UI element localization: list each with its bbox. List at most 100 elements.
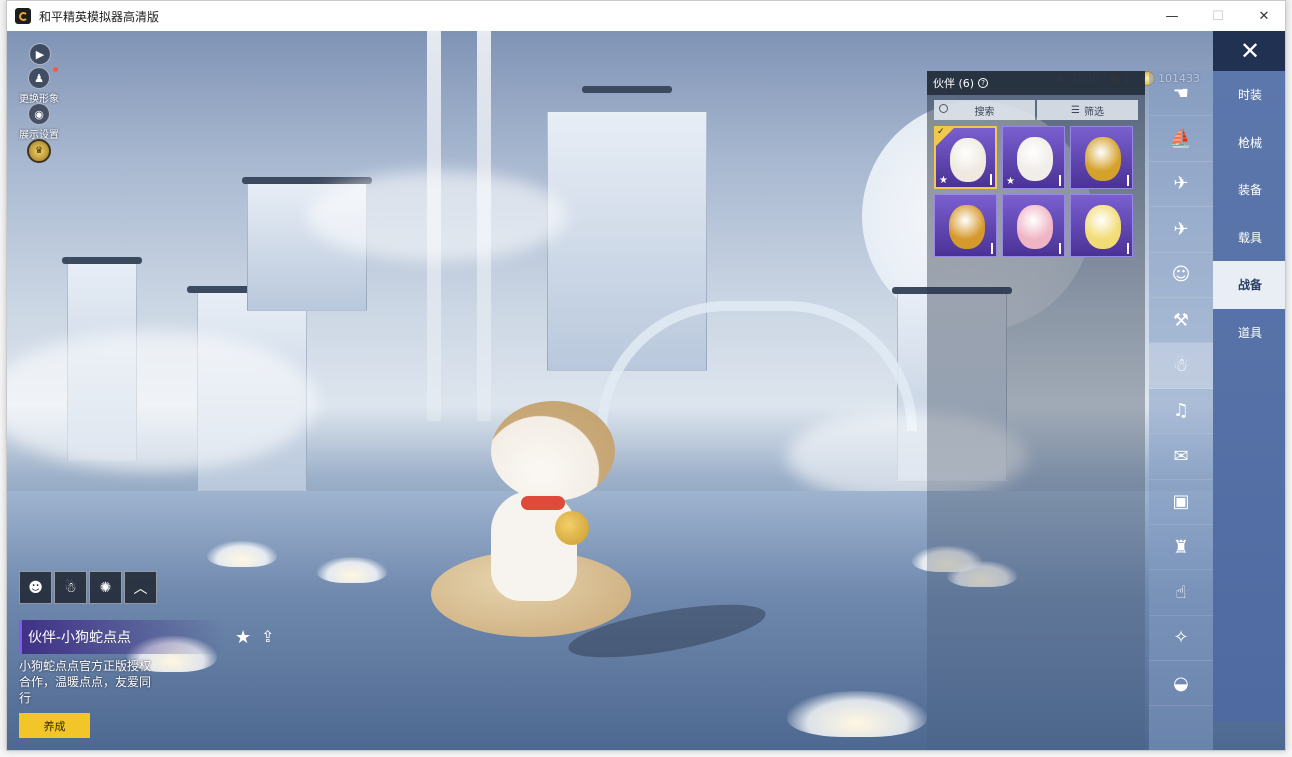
count-marker: [991, 243, 993, 254]
extinguisher-icon: ♜: [1172, 536, 1190, 558]
gallery-category-button[interactable]: ▣: [1149, 480, 1213, 525]
companion-panel: 伙伴 (6) ? 搜索 ☰ 筛选 ★ ✓ ★: [927, 71, 1145, 750]
boat-icon: ⛵: [1169, 128, 1193, 150]
magic-wand-icon: ✧: [1173, 627, 1189, 649]
companion-category-button[interactable]: ☃: [1149, 343, 1213, 389]
minimize-button[interactable]: —: [1149, 1, 1195, 31]
display-settings-button[interactable]: ◉ 展示设置: [19, 103, 59, 141]
plane-icon: ✈: [1173, 218, 1189, 240]
extinguisher-category-button[interactable]: ♜: [1149, 525, 1213, 571]
app-window: 和平精英模拟器高清版 — ☐ ✕ ▶ ♟ 更换形象 ◉ 展示设置 ♛ 伙伴 (6…: [6, 0, 1286, 751]
help-icon[interactable]: ?: [978, 78, 989, 88]
boat-category-button[interactable]: ⛵: [1149, 116, 1213, 162]
magic-wand-category-button[interactable]: ✧: [1149, 616, 1213, 662]
person-icon: ♟: [28, 67, 50, 89]
nav-tab[interactable]: 战备: [1213, 261, 1285, 309]
title-bar[interactable]: 和平精英模拟器高清版 — ☐ ✕: [7, 1, 1285, 31]
maximize-button[interactable]: ☐: [1195, 1, 1241, 31]
share-icon[interactable]: ⇪: [261, 627, 274, 646]
desktop-background-right: [1286, 0, 1292, 757]
item-name: 伙伴-小狗蛇点点: [19, 620, 224, 654]
tap-effect-category-button[interactable]: ☝: [1149, 570, 1213, 616]
lotus-flower: [207, 541, 277, 567]
rank-badge-icon: ♛: [27, 139, 51, 163]
companion-tile[interactable]: [1002, 194, 1065, 257]
count-marker: [990, 174, 992, 185]
filter-button[interactable]: ☰ 筛选: [1037, 100, 1138, 120]
emote-hand-icon: ☚: [1172, 82, 1190, 104]
filter-icon: ☰: [1071, 104, 1080, 116]
yellow-chick-companion-thumbnail: [1085, 205, 1121, 249]
speaker-icon: ♫: [1172, 400, 1190, 422]
chat-bubble-category-button[interactable]: ✉: [1149, 434, 1213, 480]
pink-pig-companion-thumbnail: [1017, 205, 1053, 249]
nav-tab[interactable]: 装备: [1213, 166, 1285, 214]
glider-icon: ⚒: [1172, 309, 1190, 331]
mist-cloud: [307, 171, 567, 261]
plane-category-button[interactable]: ✈: [1149, 207, 1213, 253]
tap-effect-icon: ☝: [1175, 581, 1187, 603]
chevron-up-button[interactable]: ︿: [124, 571, 157, 604]
eye-icon: ◉: [28, 103, 50, 125]
app-logo-icon: [15, 8, 31, 24]
expand-menu-button[interactable]: ▶: [29, 43, 51, 65]
snake-companion-model[interactable]: [425, 401, 645, 651]
nav-tab[interactable]: 枪械: [1213, 119, 1285, 167]
close-panel-button[interactable]: ✕: [1213, 31, 1285, 71]
snake-companion-thumbnail: [950, 138, 986, 182]
smiley-icon: ☺: [1171, 264, 1191, 286]
search-button[interactable]: 搜索: [934, 100, 1035, 120]
drone-icon: ✈: [1173, 173, 1189, 195]
pet-button[interactable]: ☃: [54, 571, 87, 604]
search-label: 搜索: [974, 106, 995, 118]
play-arrow-icon: ▶: [29, 43, 51, 65]
companion-panel-title: 伙伴 (6): [933, 77, 975, 90]
companion-tile[interactable]: [1070, 126, 1133, 189]
change-look-button[interactable]: ♟ 更换形象: [19, 67, 59, 105]
star-icon: ★: [939, 175, 948, 186]
companion-tile[interactable]: [1070, 194, 1133, 257]
count-marker: [1127, 175, 1129, 186]
nav-tab[interactable]: 道具: [1213, 309, 1285, 357]
chevron-up-icon: ︿: [133, 580, 148, 597]
close-window-button[interactable]: ✕: [1241, 1, 1285, 31]
dance-button[interactable]: ✺: [89, 571, 122, 604]
building-roof: [62, 257, 142, 264]
lotus-flower: [317, 557, 387, 583]
star-icon: ★: [1006, 176, 1015, 187]
companion-icon: ☃: [1172, 355, 1190, 377]
face-button[interactable]: ☻: [19, 571, 52, 604]
right-category-nav: ✕ 时装 枪械 装备 载具 战备 道具: [1213, 31, 1285, 722]
nav-tab[interactable]: 载具: [1213, 214, 1285, 262]
count-marker: [1127, 243, 1129, 254]
nav-tab[interactable]: 时装: [1213, 71, 1285, 119]
desktop-background-bottom: [0, 750, 1292, 757]
game-viewport: ▶ ♟ 更换形象 ◉ 展示设置 ♛ 2800 0 101433 伙伴 (6) ?: [7, 31, 1285, 750]
smiley-category-button[interactable]: ☺: [1149, 253, 1213, 298]
emote-hand-category-button[interactable]: ☚: [1149, 71, 1213, 117]
plate-category-button[interactable]: ◒: [1149, 661, 1213, 707]
drone-category-button[interactable]: ✈: [1149, 162, 1213, 208]
pose-controls: ☻ ☃ ✺ ︿: [19, 571, 157, 604]
speaker-category-button[interactable]: ♫: [1149, 389, 1213, 435]
count-marker: [1059, 175, 1061, 186]
search-icon: [939, 104, 948, 113]
category-icon-strip: ☚ ⛵ ✈ ✈ ☺ ⚒ ☃ ♫ ✉ ▣ ♜ ☝ ✧ ◒: [1149, 71, 1213, 750]
lotus-flower: [787, 691, 927, 737]
companion-tile[interactable]: ★: [1002, 126, 1065, 189]
white-dog-companion-thumbnail: [1017, 137, 1053, 181]
chat-bubble-icon: ✉: [1173, 445, 1189, 467]
companion-tile[interactable]: ★ ✓: [934, 126, 997, 189]
face-icon: ☻: [28, 579, 43, 596]
filter-label: 筛选: [1083, 106, 1104, 118]
companion-tile[interactable]: [934, 194, 997, 257]
foster-button[interactable]: 养成: [19, 713, 90, 738]
count-marker: [1059, 243, 1061, 254]
glider-category-button[interactable]: ⚒: [1149, 298, 1213, 344]
building-roof: [582, 86, 672, 93]
plate-icon: ◒: [1173, 672, 1189, 694]
rank-badge[interactable]: ♛: [27, 139, 51, 163]
dance-icon: ✺: [99, 579, 112, 596]
rooster-companion-thumbnail: [949, 205, 985, 249]
favorite-star-icon[interactable]: ★: [235, 627, 251, 648]
